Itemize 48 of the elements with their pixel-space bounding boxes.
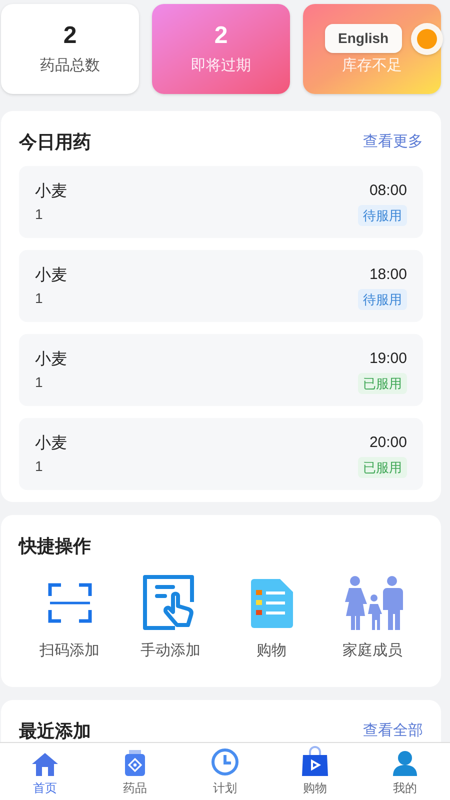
scan-icon <box>46 582 92 624</box>
medicine-name: 小麦 <box>35 350 67 370</box>
stat-card[interactable]: 2 药品总数 <box>1 4 139 94</box>
view-more-link[interactable]: 查看更多 <box>363 131 423 154</box>
tab-item[interactable]: 计划 <box>180 743 270 800</box>
section-title: 今日用药 <box>19 131 91 154</box>
tab-item[interactable]: 购物 <box>270 743 360 800</box>
medication-row[interactable]: 小麦 1 19:00 已服用 <box>19 334 423 406</box>
time-text: 18:00 <box>369 265 407 285</box>
dose-text: 1 <box>35 457 44 476</box>
time-text: 08:00 <box>369 181 407 201</box>
medicine-name: 小麦 <box>35 266 67 286</box>
quick-action-button[interactable]: 扫码添加 <box>19 574 120 662</box>
medication-row[interactable]: 小麦 1 08:00 待服用 <box>19 166 423 238</box>
tab-item[interactable]: 首页 <box>0 743 90 800</box>
user-icon <box>392 750 418 776</box>
stat-label: 药品总数 <box>40 56 100 76</box>
time-text: 20:00 <box>369 433 407 453</box>
medicine-bottle-icon <box>124 750 146 776</box>
dose-text: 1 <box>35 289 44 308</box>
quick-action-button[interactable]: 手动添加 <box>120 574 221 662</box>
stat-value: 2 <box>63 20 77 51</box>
medication-row[interactable]: 小麦 1 20:00 已服用 <box>19 418 423 490</box>
home-icon <box>31 752 59 776</box>
section-title: 快捷操作 <box>19 535 92 558</box>
stat-label: 库存不足 <box>342 56 402 76</box>
medication-row[interactable]: 小麦 1 18:00 待服用 <box>19 250 423 322</box>
tab-item[interactable]: 药品 <box>90 743 180 800</box>
shopping-bag-icon <box>301 746 329 776</box>
status-tag: 待服用 <box>358 288 407 310</box>
quick-action-button[interactable]: 家庭成员 <box>322 574 423 662</box>
stat-label: 即将过期 <box>191 56 251 76</box>
view-all-link[interactable]: 查看全部 <box>363 720 423 742</box>
quick-action-button[interactable]: 购物 <box>221 574 322 662</box>
tab-item[interactable]: 我的 <box>360 743 450 800</box>
language-button[interactable]: English <box>325 24 402 53</box>
section-title: 最近添加 <box>19 720 91 742</box>
medicine-name: 小麦 <box>35 182 67 202</box>
status-tag: 待服用 <box>358 204 407 226</box>
stat-value: 2 <box>214 20 228 51</box>
dose-text: 1 <box>35 205 44 224</box>
checklist-icon <box>248 577 294 629</box>
clock-icon <box>211 748 239 776</box>
status-tag: 已服用 <box>358 456 407 478</box>
status-tag: 已服用 <box>358 372 407 394</box>
time-text: 19:00 <box>369 349 407 369</box>
medicine-name: 小麦 <box>35 434 67 454</box>
dose-text: 1 <box>35 373 44 392</box>
